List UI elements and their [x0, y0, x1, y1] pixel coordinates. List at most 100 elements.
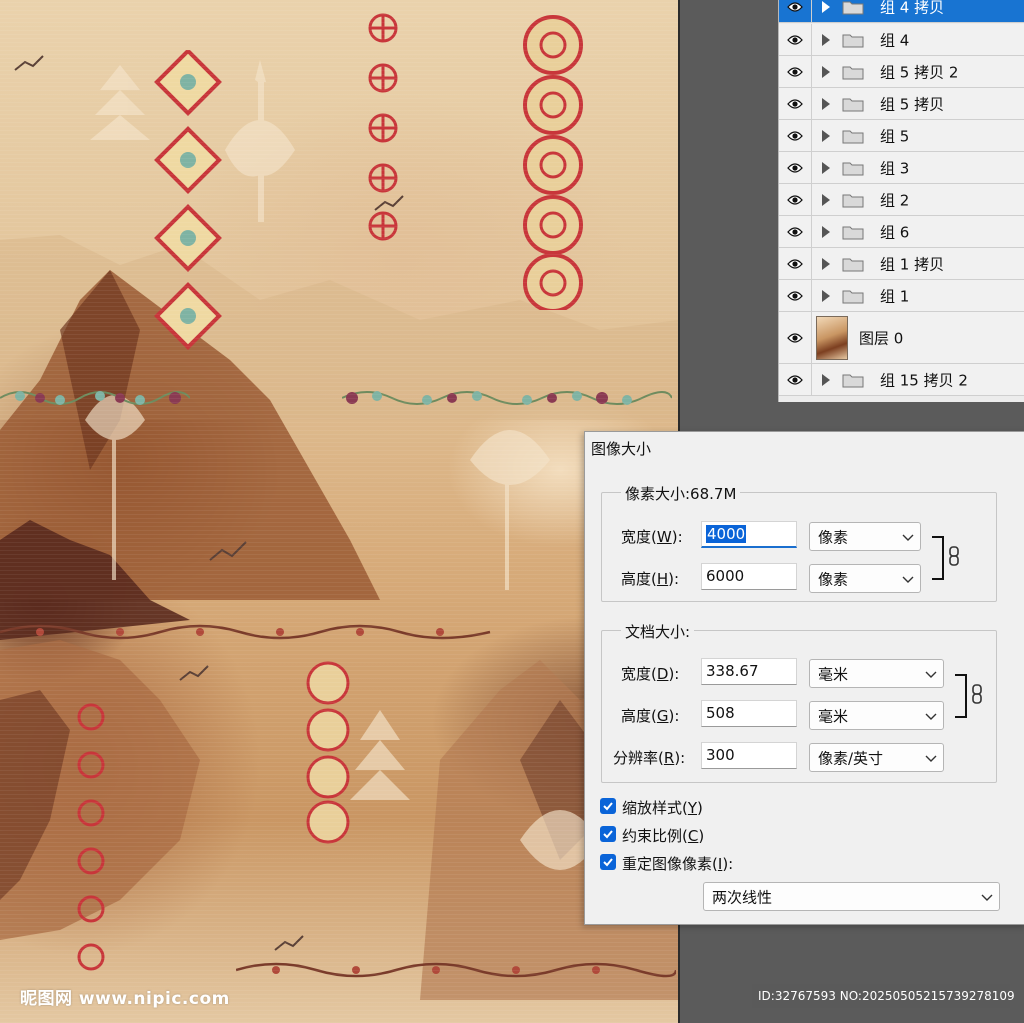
expand-arrow-icon[interactable]	[822, 129, 830, 142]
doc-constrain-bracket	[955, 674, 967, 718]
floral-vine-upper-left	[0, 391, 190, 405]
layer-name: 组 5	[880, 127, 910, 145]
scale-styles-checkbox[interactable]	[600, 798, 616, 814]
medallion-ornament-column	[523, 15, 583, 310]
visibility-eye-icon[interactable]	[779, 216, 812, 247]
visibility-eye-icon[interactable]	[779, 88, 812, 119]
layer-row[interactable]: 组 5 拷贝	[779, 88, 1024, 120]
visibility-eye-icon[interactable]	[779, 152, 812, 183]
folder-icon	[842, 258, 864, 271]
visibility-eye-icon[interactable]	[779, 364, 812, 395]
pixel-height-input[interactable]: 6000	[701, 563, 797, 590]
layers-panel: 组 4 拷贝 组 4 组 5 拷贝 2 组 5 拷贝 组 5 组 3 组 2 组…	[778, 0, 1024, 402]
doc-width-label: 宽度(D):	[621, 665, 680, 683]
layer-row[interactable]: 组 4	[779, 24, 1024, 56]
layer-row[interactable]: 组 5 拷贝 2	[779, 56, 1024, 88]
visibility-eye-icon[interactable]	[779, 280, 812, 311]
layer-row[interactable]: 组 3	[779, 152, 1024, 184]
chevron-down-icon	[925, 713, 937, 720]
chain-link-icon	[949, 546, 959, 566]
doc-width-unit-select[interactable]: 毫米	[809, 659, 944, 688]
layer-row[interactable]: 组 1 拷贝	[779, 248, 1024, 280]
resolution-input[interactable]: 300	[701, 742, 797, 769]
expand-arrow-icon[interactable]	[822, 161, 830, 174]
resolution-label: 分辨率(R):	[613, 749, 686, 767]
layer-row[interactable]: 组 6	[779, 216, 1024, 248]
chain-link-icon	[972, 684, 982, 704]
expand-arrow-icon[interactable]	[822, 257, 830, 270]
pixel-width-unit-select[interactable]: 像素	[809, 522, 921, 551]
visibility-eye-icon[interactable]	[779, 184, 812, 215]
folder-icon	[842, 290, 864, 303]
document-canvas[interactable]: 昵图网 www.nipic.com	[0, 0, 678, 1023]
visibility-eye-icon[interactable]	[779, 248, 812, 279]
expand-arrow-icon[interactable]	[822, 225, 830, 238]
layer-name: 组 2	[880, 191, 910, 209]
folder-icon	[842, 374, 864, 387]
layer-row[interactable]: 组 2	[779, 184, 1024, 216]
doc-height-label: 高度(G):	[621, 707, 680, 725]
expand-arrow-icon[interactable]	[822, 33, 830, 46]
visibility-eye-icon[interactable]	[779, 56, 812, 87]
layer-name: 组 15 拷贝 2	[880, 371, 968, 389]
scroll-vine-bottom	[236, 962, 676, 978]
diamond-ornament-column	[154, 50, 222, 350]
pixel-dimensions-legend: 像素大小:68.7M	[621, 483, 741, 504]
layer-name: 组 5 拷贝 2	[880, 63, 959, 81]
document-size-legend: 文档大小:	[621, 621, 695, 642]
pixel-width-label: 宽度(W):	[621, 528, 683, 546]
layer-thumbnail	[816, 316, 848, 360]
folder-icon	[842, 226, 864, 239]
pixel-width-input[interactable]: 4000	[701, 521, 797, 548]
expand-arrow-icon[interactable]	[822, 65, 830, 78]
doc-height-unit-select[interactable]: 毫米	[809, 701, 944, 730]
layer-name: 组 5 拷贝	[880, 95, 945, 113]
layer-row[interactable]: 图层 0	[779, 312, 1024, 364]
layer-name: 组 4	[880, 31, 910, 49]
layer-name: 组 1	[880, 287, 910, 305]
folder-icon	[842, 66, 864, 79]
image-size-dialog: 图像大小 像素大小:68.7M 宽度(W): 4000 像素 高度(H): 60…	[584, 431, 1024, 925]
expand-arrow-icon[interactable]	[822, 373, 830, 386]
folder-icon	[842, 1, 864, 14]
chevron-down-icon	[925, 671, 937, 678]
visibility-eye-icon[interactable]	[779, 120, 812, 151]
expand-arrow-icon[interactable]	[822, 289, 830, 302]
pixel-height-unit-select[interactable]: 像素	[809, 564, 921, 593]
doc-height-input[interactable]: 508	[701, 700, 797, 727]
layer-row[interactable]: 组 15 拷贝 2	[779, 364, 1024, 396]
layer-row[interactable]: 组 5	[779, 120, 1024, 152]
scroll-vine-middle	[0, 624, 491, 640]
visibility-eye-icon[interactable]	[779, 24, 812, 55]
layer-row[interactable]: 组 1	[779, 280, 1024, 312]
layer-name: 组 6	[880, 223, 910, 241]
medallion-ornament-column-lower	[306, 661, 350, 844]
checkmark-icon	[603, 830, 613, 839]
pixel-height-label: 高度(H):	[621, 570, 680, 588]
doc-width-input[interactable]: 338.67	[701, 658, 797, 685]
visibility-eye-icon[interactable]	[779, 312, 812, 363]
knot-ornament-column-lower	[77, 703, 105, 971]
resolution-unit-select[interactable]: 像素/英寸	[809, 743, 944, 772]
scale-styles-label[interactable]: 缩放样式(Y)	[622, 797, 703, 818]
constrain-proportions-label[interactable]: 约束比例(C)	[622, 825, 704, 846]
image-id-watermark: ID:32767593 NO:20250505215739278109	[752, 984, 1015, 1008]
layer-name: 图层 0	[859, 329, 904, 347]
constrain-proportions-checkbox[interactable]	[600, 826, 616, 842]
folder-icon	[842, 34, 864, 47]
chevron-down-icon	[902, 576, 914, 583]
pixel-constrain-bracket	[932, 536, 944, 580]
expand-arrow-icon[interactable]	[822, 0, 830, 13]
folder-icon	[842, 194, 864, 207]
resample-image-checkbox[interactable]	[600, 854, 616, 870]
folder-icon	[842, 162, 864, 175]
resample-image-label[interactable]: 重定图像像素(I):	[622, 853, 733, 874]
expand-arrow-icon[interactable]	[822, 193, 830, 206]
visibility-eye-icon[interactable]	[779, 0, 812, 22]
layer-row[interactable]: 组 4 拷贝	[779, 0, 1024, 23]
chevron-down-icon	[902, 534, 914, 541]
resample-method-select[interactable]: 两次线性	[703, 882, 1000, 911]
folder-icon	[842, 130, 864, 143]
expand-arrow-icon[interactable]	[822, 97, 830, 110]
chevron-down-icon	[981, 894, 993, 901]
